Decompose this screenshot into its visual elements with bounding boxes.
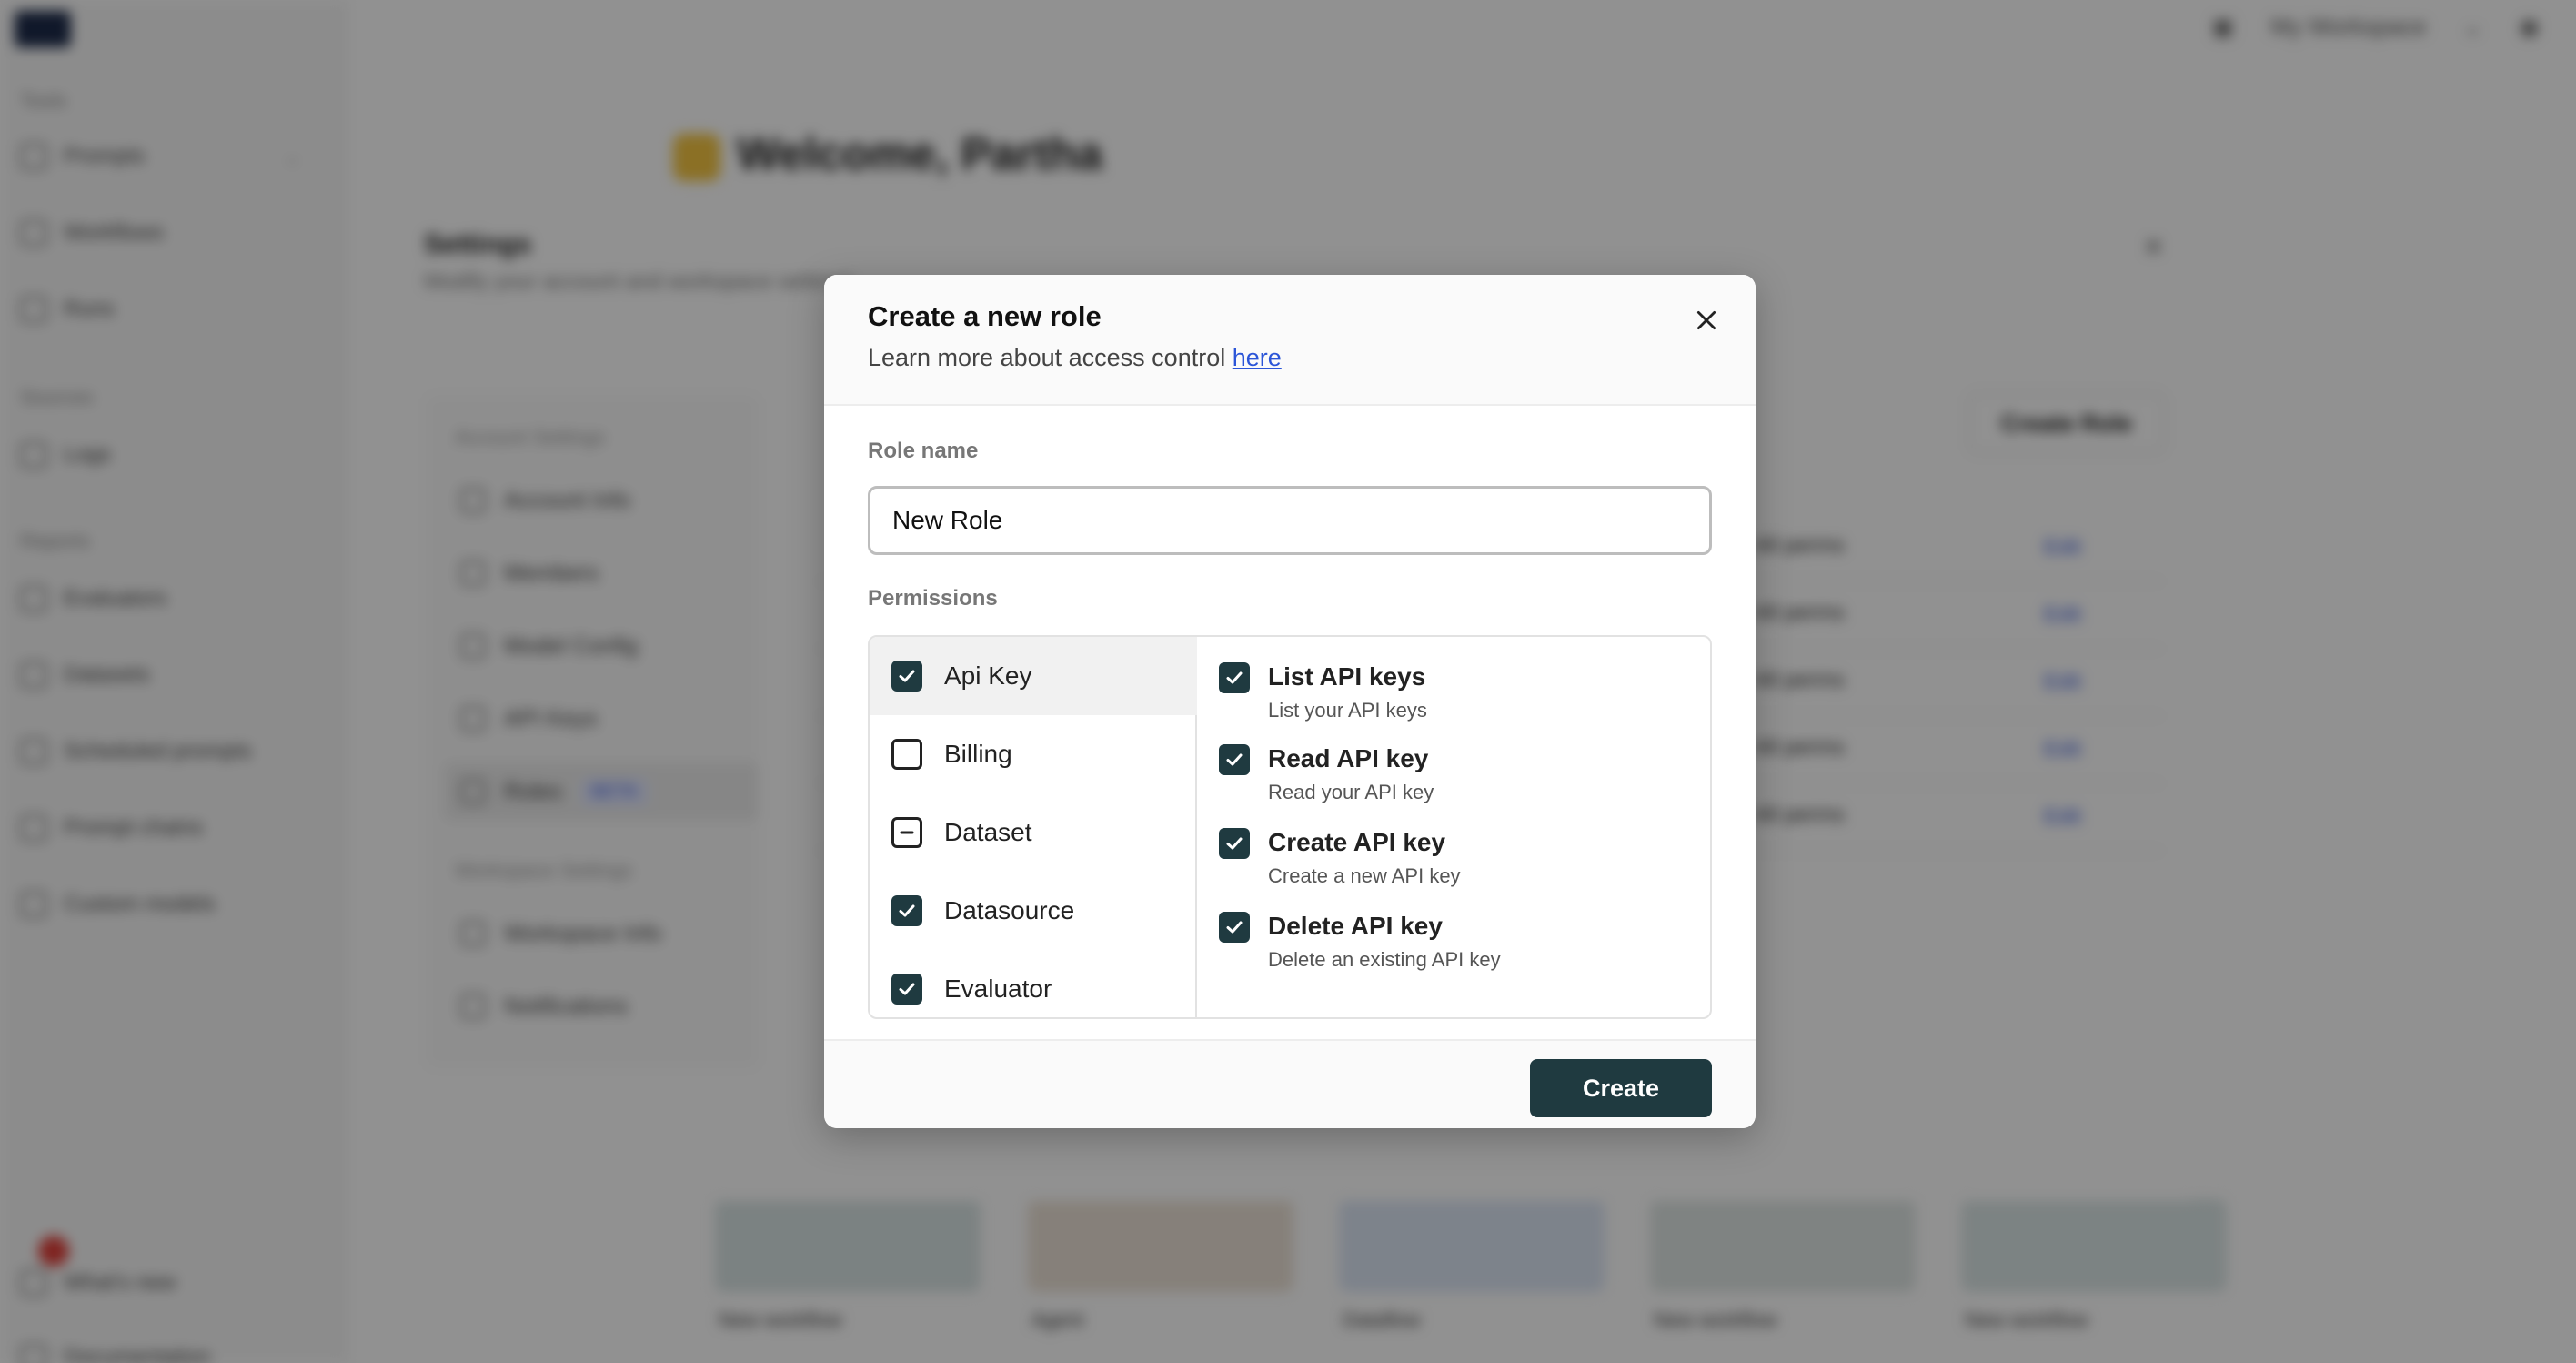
check-icon (899, 983, 915, 995)
permission-item-delete[interactable]: Delete API key Delete an existing API key (1219, 912, 1501, 972)
category-api-key[interactable]: Api Key (870, 637, 1197, 715)
close-icon[interactable] (1688, 302, 1725, 338)
category-label: Dataset (944, 818, 1032, 846)
category-billing[interactable]: Billing (870, 715, 1197, 793)
permission-item-list[interactable]: List API keys List your API keys (1219, 662, 1427, 722)
category-checkbox[interactable] (891, 661, 922, 692)
category-checkbox[interactable] (891, 974, 922, 1005)
category-checkbox[interactable] (891, 739, 922, 770)
permission-checkbox[interactable] (1219, 662, 1250, 693)
permission-item-create[interactable]: Create API key Create a new API key (1219, 828, 1461, 888)
modal-title: Create a new role (868, 300, 1102, 332)
permission-checkbox[interactable] (1219, 828, 1250, 859)
permission-desc: Read your API key (1268, 781, 1434, 803)
permissions-panel: Api Key Billing Dataset Datasource Evalu… (868, 635, 1712, 1019)
category-label: Datasource (944, 896, 1075, 924)
permission-desc: Delete an existing API key (1268, 948, 1501, 971)
check-icon (899, 904, 915, 917)
category-evaluator[interactable]: Evaluator (870, 950, 1197, 1017)
category-datasource[interactable]: Datasource (870, 872, 1197, 950)
category-checkbox[interactable] (891, 895, 922, 926)
permission-checkbox[interactable] (1219, 912, 1250, 943)
category-label: Api Key (944, 661, 1032, 690)
permission-name: List API keys (1268, 662, 1426, 691)
role-name-input[interactable] (868, 486, 1712, 555)
permission-desc: List your API keys (1268, 699, 1427, 722)
category-label: Billing (944, 740, 1012, 768)
permission-name: Read API key (1268, 744, 1429, 772)
create-role-modal: Create a new role Learn more about acces… (824, 275, 1756, 1128)
modal-subtitle: Learn more about access control here (868, 344, 1282, 372)
permission-name: Delete API key (1268, 912, 1443, 940)
check-icon (1226, 753, 1243, 766)
role-name-label: Role name (868, 439, 979, 463)
permission-list: List API keys List your API keys Read API… (1199, 637, 1710, 1017)
check-icon (1226, 671, 1243, 684)
create-button[interactable]: Create (1530, 1059, 1712, 1117)
modal-subtitle-text: Learn more about access control (868, 344, 1226, 371)
category-dataset[interactable]: Dataset (870, 793, 1197, 872)
check-icon (1226, 921, 1243, 934)
check-icon (899, 670, 915, 682)
minus-icon (900, 831, 914, 834)
permission-item-read[interactable]: Read API key Read your API key (1219, 744, 1434, 804)
permissions-label: Permissions (868, 586, 998, 611)
category-label: Evaluator (944, 974, 1052, 1003)
permission-desc: Create a new API key (1268, 864, 1461, 887)
modal-header: Create a new role Learn more about acces… (824, 275, 1756, 406)
permission-name: Create API key (1268, 828, 1446, 856)
category-checkbox[interactable] (891, 817, 922, 848)
permission-categories: Api Key Billing Dataset Datasource Evalu… (870, 637, 1197, 1017)
modal-footer: Create (824, 1039, 1756, 1128)
permission-checkbox[interactable] (1219, 744, 1250, 775)
check-icon (1226, 837, 1243, 850)
access-control-link[interactable]: here (1233, 344, 1282, 371)
